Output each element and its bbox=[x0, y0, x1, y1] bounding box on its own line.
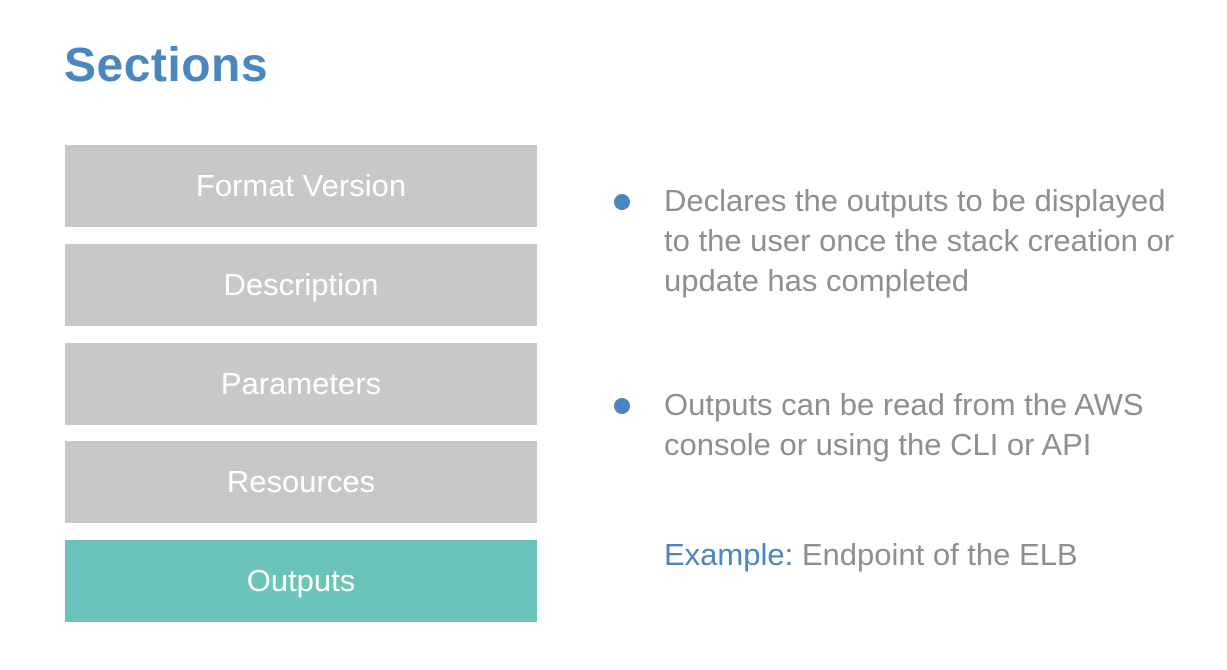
bullet-dot-icon bbox=[614, 398, 630, 414]
bullet-item: Declares the outputs to be displayed to … bbox=[614, 181, 1184, 301]
example-line: Example: Endpoint of the ELB bbox=[664, 537, 1078, 573]
example-text: Endpoint of the ELB bbox=[793, 537, 1078, 572]
bullet-text: Outputs can be read from the AWS console… bbox=[664, 387, 1144, 462]
bullet-item: Outputs can be read from the AWS console… bbox=[614, 385, 1184, 465]
section-resources: Resources bbox=[65, 441, 537, 523]
slide-title: Sections bbox=[64, 39, 269, 92]
section-outputs: Outputs bbox=[65, 540, 537, 622]
bullet-dot-icon bbox=[614, 194, 630, 210]
bullet-text: Declares the outputs to be displayed to … bbox=[664, 183, 1175, 298]
section-format-version: Format Version bbox=[65, 145, 537, 227]
example-separator: : bbox=[784, 537, 794, 572]
example-label: Example bbox=[664, 537, 785, 572]
section-parameters: Parameters bbox=[65, 343, 537, 425]
section-description: Description bbox=[65, 244, 537, 326]
